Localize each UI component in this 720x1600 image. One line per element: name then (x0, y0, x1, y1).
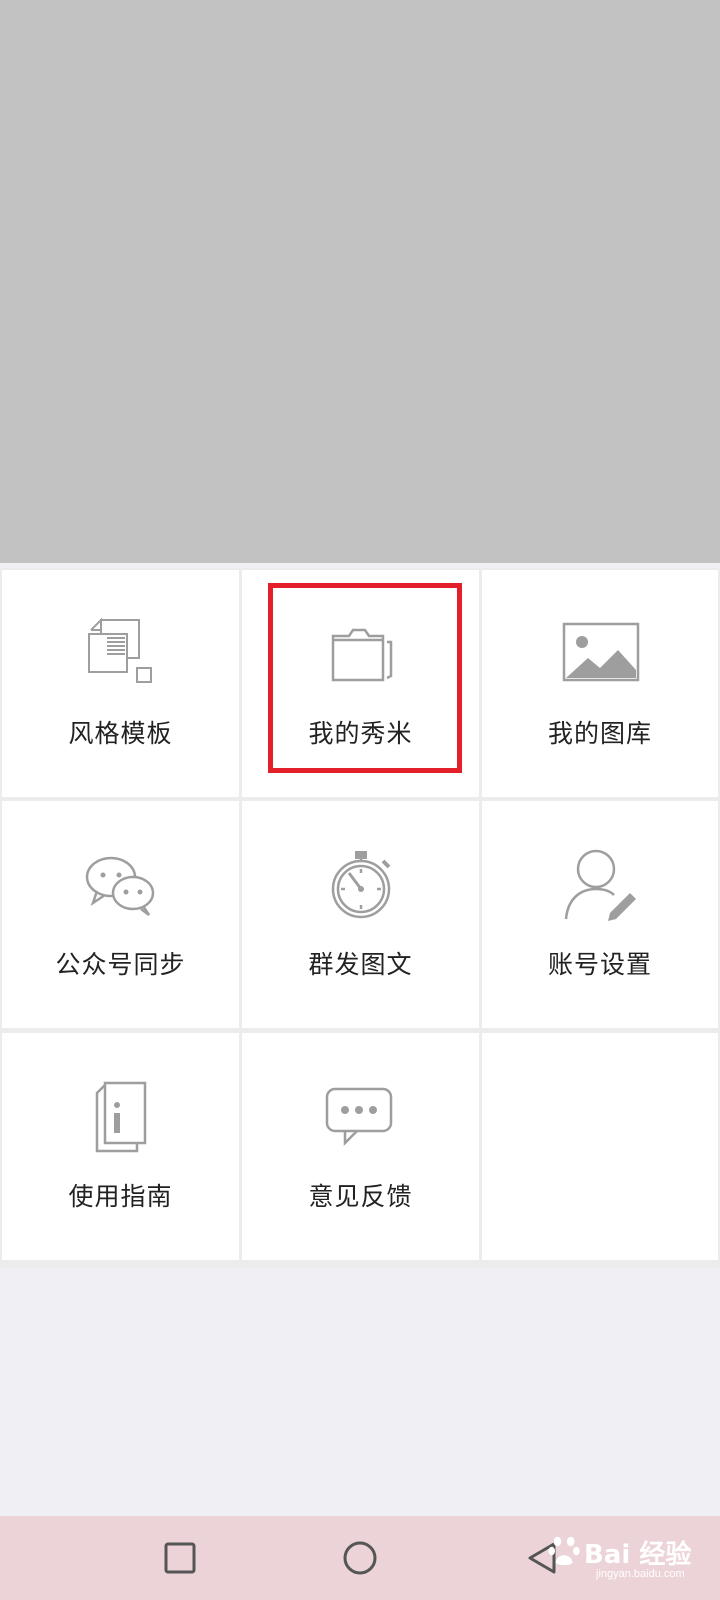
menu-item-label: 账号设置 (547, 951, 652, 979)
wechat-icon (79, 843, 163, 927)
menu-item-user-guide[interactable]: 使用指南 (2, 1033, 239, 1260)
menu-item-feedback[interactable]: 意见反馈 (242, 1033, 479, 1260)
menu-item-style-templates[interactable]: 风格模板 (2, 570, 239, 797)
user-edit-icon (558, 843, 642, 927)
image-gallery-icon (558, 612, 642, 696)
square-icon (164, 1542, 196, 1574)
menu-item-account-settings[interactable]: 账号设置 (482, 801, 718, 1028)
menu-item-mass-send[interactable]: 群发图文 (242, 801, 479, 1028)
menu-item-label: 使用指南 (68, 1183, 173, 1211)
menu-item-label: 公众号同步 (55, 951, 186, 979)
menu-item-official-account-sync[interactable]: 公众号同步 (2, 801, 239, 1028)
paw-icon (548, 1536, 580, 1566)
baidu-jingyan-watermark: Bai 经验 jingyan.baidu.com (544, 1528, 714, 1588)
menu-item-my-gallery[interactable]: 我的图库 (482, 570, 718, 797)
recent-apps-button[interactable] (160, 1538, 200, 1578)
menu-empty-cell (482, 1033, 718, 1260)
menu-item-label: 意见反馈 (308, 1183, 413, 1211)
top-placeholder-area (0, 0, 720, 563)
circle-icon (343, 1541, 377, 1575)
watermark-url: jingyan.baidu.com (596, 1568, 685, 1580)
menu-item-label: 我的秀米 (308, 720, 413, 748)
info-book-icon (79, 1075, 163, 1159)
menu-item-label: 我的图库 (547, 720, 652, 748)
menu-item-label: 群发图文 (308, 951, 413, 979)
screen: 风格模板 我的秀米 我的图库 公众号同步 群发图文 账号设置 使用指南 意见反馈… (0, 0, 720, 1600)
stopwatch-icon (319, 843, 403, 927)
feedback-chat-icon (319, 1075, 403, 1159)
menu-item-my-xiumi[interactable]: 我的秀米 (242, 570, 479, 797)
template-icon (79, 612, 163, 696)
watermark-brand: Bai 经验 (584, 1540, 692, 1570)
folder-icon (319, 612, 403, 696)
menu-grid: 风格模板 我的秀米 我的图库 公众号同步 群发图文 账号设置 使用指南 意见反馈 (0, 568, 720, 1268)
menu-item-label: 风格模板 (68, 720, 173, 748)
home-button[interactable] (340, 1538, 380, 1578)
